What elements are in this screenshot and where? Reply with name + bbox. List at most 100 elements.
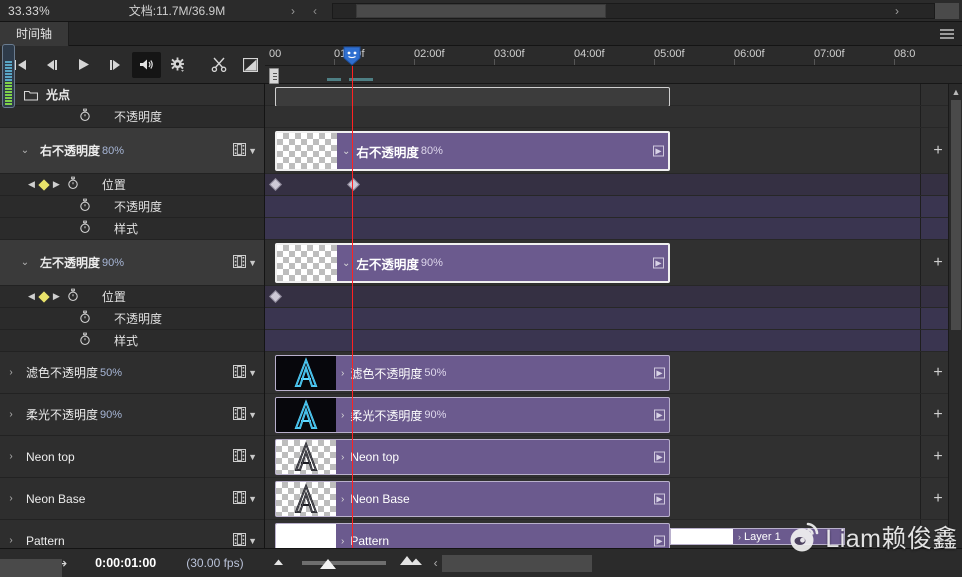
timeline-tracks-pane[interactable]: ⌄ 右不透明度 80% ▶ + ⌄ 左不透明度 90% ▶ + › 滤色不透明度 50% ▶ + › 柔光不透明… xyxy=(265,84,948,548)
chevron-down-icon[interactable]: ▼ xyxy=(248,494,257,504)
clip-end-marker-icon[interactable]: ▶ xyxy=(654,493,665,505)
film-strip-icon[interactable] xyxy=(233,448,247,465)
timeline-clip[interactable]: › Neon Base ▶ xyxy=(275,481,670,517)
property-row[interactable]: 不透明度 xyxy=(0,106,264,128)
disclosure-triangle-icon[interactable]: › xyxy=(0,409,22,420)
timeline-clip[interactable]: ⌄ 右不透明度 80% ▶ xyxy=(275,131,670,171)
clip-end-marker-icon[interactable]: ▶ xyxy=(654,535,665,547)
topbar-next-chevron-icon[interactable]: › xyxy=(885,4,909,18)
step-back-icon[interactable] xyxy=(37,52,66,78)
add-track-button[interactable]: + xyxy=(928,394,948,435)
play-icon[interactable] xyxy=(69,52,98,78)
layer-row[interactable]: › 滤色不透明度 50% ▼ xyxy=(0,352,264,394)
current-timecode[interactable]: 0:00:01:00 xyxy=(95,556,156,570)
property-row[interactable]: 不透明度 xyxy=(0,196,264,218)
add-track-button[interactable]: + xyxy=(928,128,948,173)
disclosure-triangle-icon[interactable]: › xyxy=(0,451,22,462)
layer-options[interactable]: ▼ xyxy=(233,142,257,159)
clip-disclosure-icon[interactable]: › xyxy=(341,368,344,379)
statusbar-collapse-chevron-icon[interactable]: ‹ xyxy=(434,556,438,570)
keyframe-navigator[interactable]: ◀ ▶ xyxy=(28,290,60,303)
disclosure-triangle-icon[interactable]: › xyxy=(0,493,22,504)
vertical-scrollbar-thumb[interactable] xyxy=(951,100,961,330)
track-row[interactable]: ⌄ 右不透明度 80% ▶ + xyxy=(265,128,948,174)
track-row[interactable]: › 滤色不透明度 50% ▶ + xyxy=(265,352,948,394)
layer-options[interactable]: ▼ xyxy=(233,448,257,465)
large-mountain-icon[interactable] xyxy=(398,554,424,572)
clip-disclosure-icon[interactable]: › xyxy=(341,536,344,547)
film-strip-icon[interactable] xyxy=(233,364,247,381)
stopwatch-icon[interactable] xyxy=(78,220,92,237)
clip-disclosure-icon[interactable]: › xyxy=(341,452,344,463)
transition-square-icon[interactable] xyxy=(236,52,265,78)
doc-info-next-chevron-icon[interactable]: › xyxy=(282,4,304,18)
film-strip-icon[interactable] xyxy=(233,490,247,507)
speaker-icon[interactable] xyxy=(131,51,162,78)
layer-options[interactable]: ▼ xyxy=(233,364,257,381)
layer-row[interactable]: ⌄ 左不透明度 90% ▼ xyxy=(0,240,264,286)
chevron-down-icon[interactable]: ▼ xyxy=(248,536,257,546)
track-row[interactable]: ⌄ 左不透明度 90% ▶ + xyxy=(265,240,948,286)
disclosure-triangle-icon[interactable]: › xyxy=(0,367,22,378)
timeline-clip[interactable]: › 柔光不透明度 90% ▶ xyxy=(275,397,670,433)
layer-row[interactable]: ⌄ 右不透明度 80% ▼ xyxy=(0,128,264,174)
stopwatch-icon[interactable] xyxy=(78,108,92,125)
timeline-clip[interactable]: › 滤色不透明度 50% ▶ xyxy=(275,355,670,391)
scroll-up-icon[interactable]: ▲ xyxy=(950,86,962,98)
clip-disclosure-icon[interactable]: › xyxy=(341,494,344,505)
chevron-down-icon[interactable]: ▼ xyxy=(248,452,257,462)
hamburger-menu-icon[interactable] xyxy=(938,26,956,42)
property-row[interactable]: 不透明度 xyxy=(0,308,264,330)
keyframe-marker[interactable] xyxy=(269,289,282,303)
clip-end-marker-icon[interactable]: ▶ xyxy=(653,257,664,269)
layer-row[interactable]: › Pattern ▼ xyxy=(0,520,264,548)
property-row[interactable]: ◀ ▶ 位置 xyxy=(0,174,264,196)
stopwatch-icon[interactable] xyxy=(66,176,80,193)
keyframe-marker[interactable] xyxy=(269,177,282,191)
timeline-clip[interactable]: › Pattern ▶ xyxy=(275,523,670,548)
chevron-down-icon[interactable]: ▼ xyxy=(248,258,257,268)
add-keyframe-icon[interactable] xyxy=(38,290,50,303)
stopwatch-icon[interactable] xyxy=(78,310,92,327)
layer1-disclosure-icon[interactable]: › xyxy=(738,532,741,542)
track-row[interactable] xyxy=(265,330,948,352)
clip-body[interactable]: › 滤色不透明度 50% ▶ xyxy=(336,356,669,390)
step-forward-icon[interactable] xyxy=(100,52,129,78)
timeline-zoom-slider[interactable] xyxy=(301,555,386,571)
track-row[interactable] xyxy=(265,84,948,107)
small-mountain-icon[interactable] xyxy=(270,554,288,572)
layer-row[interactable]: › 柔光不透明度 90% ▼ xyxy=(0,394,264,436)
add-keyframe-icon[interactable] xyxy=(38,178,50,191)
layer-options[interactable]: ▼ xyxy=(233,254,257,271)
layer-options[interactable]: ▼ xyxy=(233,406,257,423)
clip-disclosure-icon[interactable]: ⌄ xyxy=(342,258,350,269)
track-row[interactable] xyxy=(265,286,948,308)
timeline-clip[interactable]: ⌄ 左不透明度 90% ▶ xyxy=(275,243,670,283)
property-row[interactable]: ◀ ▶ 位置 xyxy=(0,286,264,308)
previous-keyframe-icon[interactable]: ◀ xyxy=(28,291,35,302)
clip-disclosure-icon[interactable]: ⌄ xyxy=(342,146,350,157)
clip-body[interactable]: › Neon top ▶ xyxy=(336,440,669,474)
clip-body[interactable]: ⌄ 左不透明度 90% ▶ xyxy=(337,245,668,281)
film-strip-icon[interactable] xyxy=(233,142,247,159)
scissors-icon[interactable] xyxy=(204,52,233,78)
zoom-slider-knob[interactable] xyxy=(319,559,336,569)
add-track-button[interactable]: + xyxy=(928,436,948,477)
keyframe-navigator[interactable]: ◀ ▶ xyxy=(28,178,60,191)
disclosure-triangle-icon[interactable]: › xyxy=(0,535,22,546)
time-ruler[interactable]: 0001:00f02:00f03:00f04:00f05:00f06:00f07… xyxy=(265,46,962,66)
add-track-button[interactable]: + xyxy=(928,478,948,519)
timeline-clip[interactable]: › Neon top ▶ xyxy=(275,439,670,475)
clip-body[interactable]: › Neon Base ▶ xyxy=(336,482,669,516)
clip-end-marker-icon[interactable]: ▶ xyxy=(654,367,665,379)
add-track-button[interactable]: + xyxy=(928,352,948,393)
track-row[interactable] xyxy=(265,218,948,240)
track-row[interactable] xyxy=(265,196,948,218)
layer-row[interactable]: › Neon top ▼ xyxy=(0,436,264,478)
next-keyframe-icon[interactable]: ▶ xyxy=(53,179,60,190)
layer-row[interactable]: › Neon Base ▼ xyxy=(0,478,264,520)
track-row[interactable]: › Neon top ▶ + xyxy=(265,436,948,478)
tab-timeline[interactable]: 时间轴 xyxy=(0,22,70,46)
track-row[interactable]: › 柔光不透明度 90% ▶ + xyxy=(265,394,948,436)
layer-options[interactable]: ▼ xyxy=(233,490,257,507)
